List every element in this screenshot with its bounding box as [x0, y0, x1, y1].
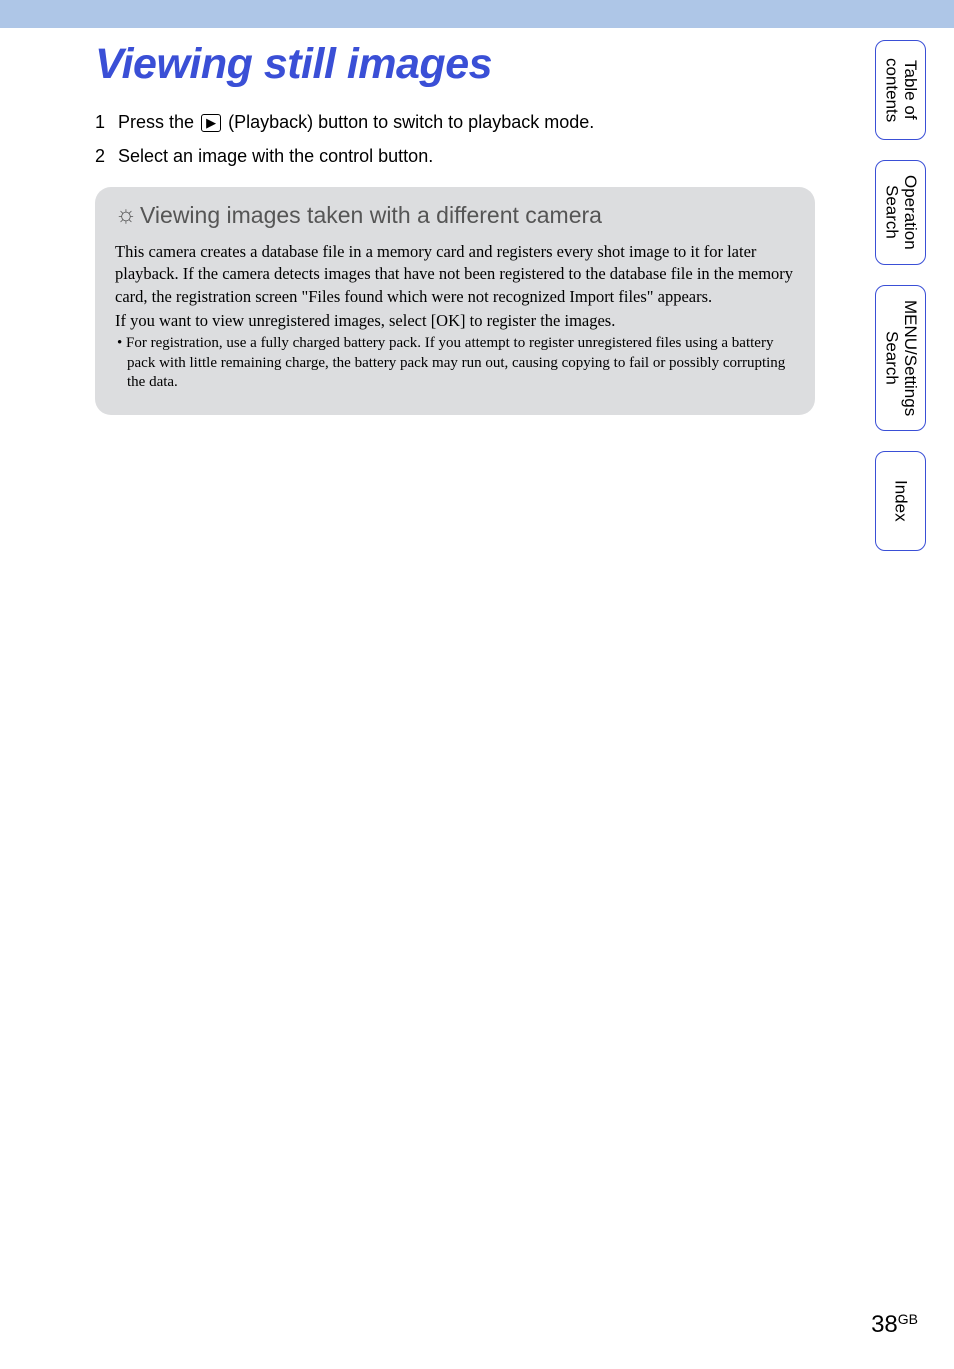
- step-text: Select an image with the control button.: [118, 146, 433, 166]
- tip-icon: ☼: [115, 201, 137, 229]
- tab-index[interactable]: Index: [875, 451, 926, 551]
- info-box-body: This camera creates a database file in a…: [115, 241, 795, 393]
- tab-menu-settings-search[interactable]: MENU/Settings Search: [875, 285, 926, 431]
- step-number: 1: [95, 109, 113, 135]
- steps-list: 1 Press the ▶ (Playback) button to switc…: [95, 109, 820, 169]
- tab-table-of-contents[interactable]: Table of contents: [875, 40, 926, 140]
- info-bullet: • For registration, use a fully charged …: [115, 334, 795, 393]
- step-text-before: Press the: [118, 112, 199, 132]
- info-para-2: If you want to view unregistered images,…: [115, 310, 795, 332]
- info-title-row: ☼ Viewing images taken with a different …: [115, 201, 795, 229]
- info-box-title: Viewing images taken with a different ca…: [140, 202, 602, 229]
- step-text-after: (Playback) button to switch to playback …: [228, 112, 594, 132]
- side-tabs: Table of contents Operation Search MENU/…: [875, 40, 926, 551]
- step-number: 2: [95, 143, 113, 169]
- playback-icon: ▶: [201, 114, 221, 132]
- step-2: 2 Select an image with the control butto…: [95, 143, 820, 169]
- top-accent-bar: [0, 0, 954, 28]
- page-lang: GB: [898, 1311, 918, 1327]
- tab-operation-search[interactable]: Operation Search: [875, 160, 926, 265]
- info-box: ☼ Viewing images taken with a different …: [95, 187, 815, 415]
- main-content: Viewing still images 1 Press the ▶ (Play…: [0, 28, 820, 415]
- page-number: 38GB: [871, 1311, 918, 1339]
- info-para-1: This camera creates a database file in a…: [115, 241, 795, 308]
- page-title: Viewing still images: [95, 40, 820, 89]
- page-number-value: 38: [871, 1311, 898, 1338]
- info-bullet-text: For registration, use a fully charged ba…: [126, 335, 785, 390]
- step-1: 1 Press the ▶ (Playback) button to switc…: [95, 109, 820, 135]
